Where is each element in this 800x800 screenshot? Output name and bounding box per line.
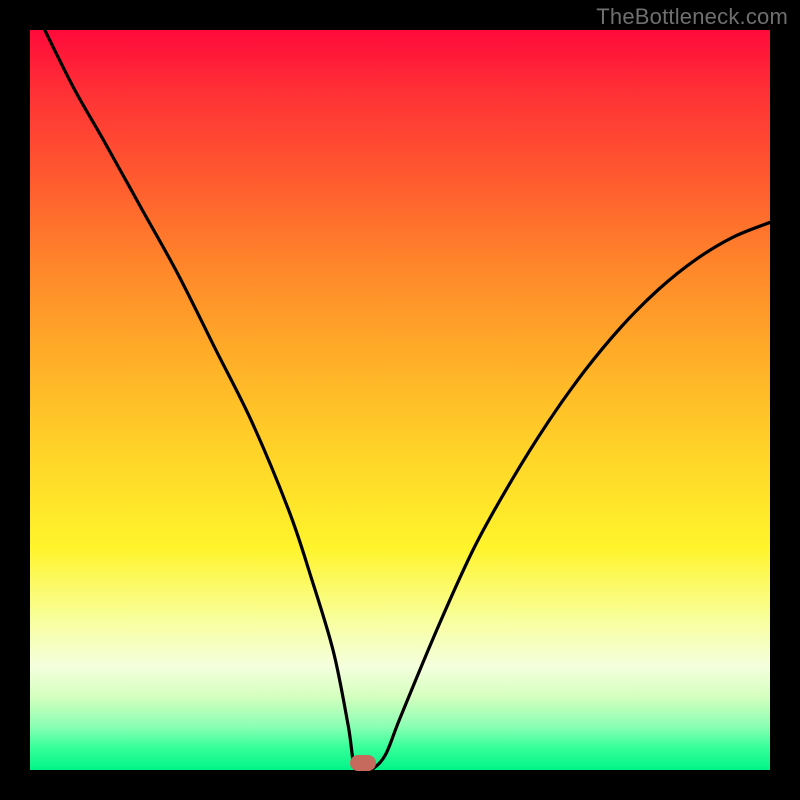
bottleneck-curve	[30, 30, 770, 770]
optimal-point-marker	[350, 755, 376, 771]
watermark-text: TheBottleneck.com	[596, 4, 788, 30]
chart-frame: TheBottleneck.com	[0, 0, 800, 800]
plot-area	[30, 30, 770, 770]
curve-path	[45, 30, 770, 770]
